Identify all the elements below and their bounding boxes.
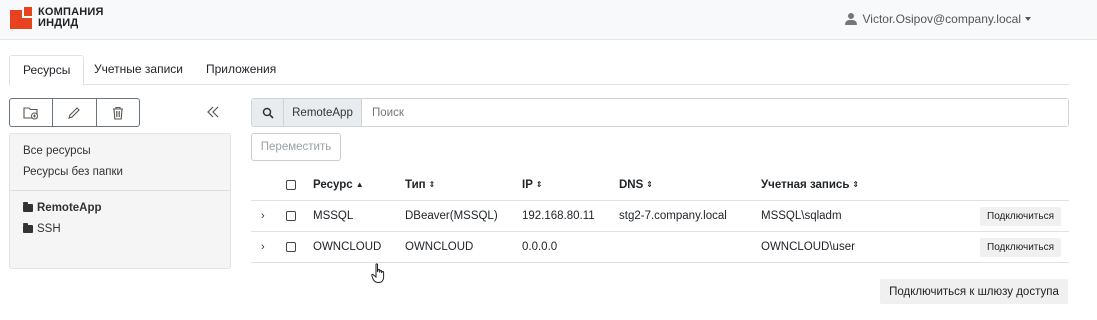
- search-folder-tag: RemoteApp: [284, 99, 362, 126]
- hand-pointer-cursor-icon: [371, 263, 385, 283]
- search-bar: RemoteApp: [251, 98, 1069, 127]
- user-icon: [844, 13, 857, 25]
- connect-to-gateway-button[interactable]: Подключиться к шлюзу доступа: [880, 279, 1068, 304]
- cell-resource: MSSQL: [313, 210, 354, 222]
- col-dns[interactable]: DNS ⇕: [619, 169, 653, 200]
- col-label: IP: [522, 178, 533, 191]
- folder-icon: [23, 202, 33, 212]
- pencil-icon: [68, 106, 81, 119]
- sort-icon: ⇕: [428, 179, 436, 189]
- tab-applications[interactable]: Приложения: [193, 55, 289, 85]
- resources-table: Ресурс ▲ Тип ⇕ IP ⇕ DNS ⇕ Учетная запись ⇕ › …: [251, 169, 1069, 263]
- edit-folder-button[interactable]: [53, 99, 97, 126]
- new-folder-button[interactable]: [10, 99, 54, 126]
- cell-account: MSSQL\sqladm: [761, 210, 842, 222]
- cell-dns: stg2-7.company.local: [619, 210, 727, 222]
- row-checkbox-cell: [286, 232, 296, 262]
- row-checkbox[interactable]: [286, 211, 296, 221]
- table-row[interactable]: › OWNCLOUD OWNCLOUD 0.0.0.0 OWNCLOUD\use…: [251, 232, 1069, 263]
- chevron-right-icon: ›: [261, 210, 265, 222]
- table-header: Ресурс ▲ Тип ⇕ IP ⇕ DNS ⇕ Учетная запись ⇕: [251, 169, 1069, 201]
- col-label: Ресурс: [313, 178, 353, 191]
- tab-resources[interactable]: Ресурсы: [9, 55, 85, 86]
- connect-button[interactable]: Подключиться: [980, 207, 1061, 226]
- logo-line-2: ИНДИД: [38, 17, 79, 29]
- divider: [10, 190, 230, 191]
- sort-icon: ⇕: [535, 179, 543, 189]
- cell-account: OWNCLOUD\user: [761, 241, 855, 253]
- cell-type: OWNCLOUD: [405, 241, 474, 253]
- folder-item-remoteapp[interactable]: RemoteApp: [23, 202, 102, 214]
- company-logo[interactable]: КОМПАНИЯ ИНДИД: [10, 7, 104, 29]
- select-all-checkbox[interactable]: [286, 179, 296, 190]
- resources-without-folder-item[interactable]: Ресурсы без папки: [23, 166, 123, 178]
- sort-icon: ⇕: [646, 179, 653, 189]
- folder-toolbar: [9, 98, 140, 127]
- sort-icon: ⇕: [852, 179, 860, 189]
- col-label: Учетная запись: [761, 178, 850, 191]
- cell-ip: 192.168.80.11: [522, 210, 595, 222]
- logo-mark-icon: [10, 7, 32, 29]
- tab-accounts[interactable]: Учетные записи: [81, 55, 196, 85]
- select-all-checkbox-cell: [286, 169, 296, 200]
- top-header: КОМПАНИЯ ИНДИД Victor.Osipov@company.loc…: [0, 0, 1097, 40]
- col-resource[interactable]: Ресурс ▲: [313, 169, 364, 200]
- chevron-right-icon: ›: [261, 241, 265, 253]
- col-label: DNS: [619, 178, 644, 191]
- user-menu[interactable]: Victor.Osipov@company.local: [844, 12, 1031, 26]
- double-chevron-left-icon: [207, 106, 219, 118]
- cell-type: DBeaver(MSSQL): [405, 210, 498, 222]
- folder-label: SSH: [37, 223, 61, 235]
- folder-icon: [23, 223, 33, 233]
- expand-row-button[interactable]: ›: [261, 201, 265, 231]
- search-button[interactable]: [252, 99, 284, 126]
- move-button[interactable]: Переместить: [251, 133, 341, 161]
- cell-resource: OWNCLOUD: [313, 241, 382, 253]
- folder-label: RemoteApp: [37, 202, 102, 214]
- new-folder-icon: [23, 106, 39, 119]
- table-row[interactable]: › MSSQL DBeaver(MSSQL) 192.168.80.11 stg…: [251, 201, 1069, 232]
- sort-asc-icon: ▲: [355, 179, 364, 189]
- expand-row-button[interactable]: ›: [261, 232, 265, 262]
- all-resources-item[interactable]: Все ресурсы: [23, 145, 91, 157]
- search-input[interactable]: [362, 99, 1068, 126]
- col-label: Тип: [405, 178, 426, 191]
- folder-tree-panel: Все ресурсы Ресурсы без папки RemoteApp …: [9, 133, 231, 269]
- connect-button[interactable]: Подключиться: [980, 238, 1061, 257]
- logo-text: КОМПАНИЯ ИНДИД: [38, 7, 104, 29]
- trash-icon: [112, 106, 123, 120]
- search-icon: [262, 107, 274, 119]
- tab-bar: Ресурсы Учетные записи Приложения: [9, 55, 1069, 86]
- delete-folder-button[interactable]: [97, 99, 139, 126]
- collapse-sidebar-button[interactable]: [203, 102, 223, 122]
- row-checkbox[interactable]: [286, 242, 296, 252]
- row-checkbox-cell: [286, 201, 296, 231]
- caret-down-icon: [1025, 17, 1031, 21]
- user-name: Victor.Osipov@company.local: [862, 12, 1021, 26]
- cell-ip: 0.0.0.0: [522, 241, 558, 253]
- col-ip[interactable]: IP ⇕: [522, 169, 543, 200]
- col-account[interactable]: Учетная запись ⇕: [761, 169, 859, 200]
- folder-item-ssh[interactable]: SSH: [23, 223, 61, 235]
- col-type[interactable]: Тип ⇕: [405, 169, 435, 200]
